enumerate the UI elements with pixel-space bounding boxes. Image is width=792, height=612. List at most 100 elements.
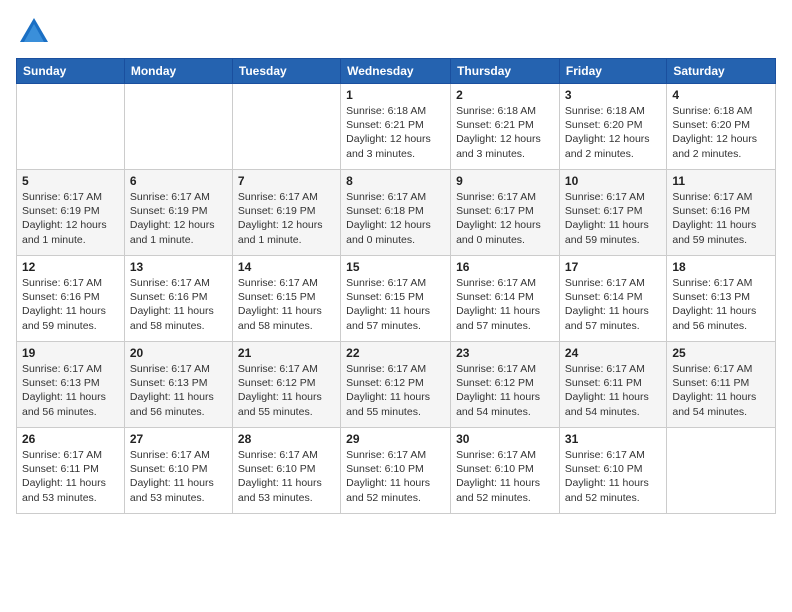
day-number: 23 — [456, 346, 554, 360]
day-cell: 28 Sunrise: 6:17 AM Sunset: 6:10 PM Dayli… — [232, 428, 340, 514]
day-number: 20 — [130, 346, 227, 360]
day-info: Sunrise: 6:17 AM Sunset: 6:19 PM Dayligh… — [238, 190, 335, 247]
day-cell — [17, 84, 125, 170]
day-cell: 6 Sunrise: 6:17 AM Sunset: 6:19 PM Daylig… — [124, 170, 232, 256]
day-cell: 18 Sunrise: 6:17 AM Sunset: 6:13 PM Dayli… — [667, 256, 776, 342]
week-row-5: 26 Sunrise: 6:17 AM Sunset: 6:11 PM Dayli… — [17, 428, 776, 514]
day-cell: 12 Sunrise: 6:17 AM Sunset: 6:16 PM Dayli… — [17, 256, 125, 342]
day-number: 28 — [238, 432, 335, 446]
day-number: 16 — [456, 260, 554, 274]
day-number: 12 — [22, 260, 119, 274]
day-number: 19 — [22, 346, 119, 360]
day-cell: 11Sunrise: 6:17 AM Sunset: 6:16 PM Dayli… — [667, 170, 776, 256]
day-cell: 4Sunrise: 6:18 AM Sunset: 6:20 PM Daylig… — [667, 84, 776, 170]
day-number: 13 — [130, 260, 227, 274]
weekday-monday: Monday — [124, 59, 232, 84]
day-cell: 1 Sunrise: 6:18 AM Sunset: 6:21 PM Daylig… — [341, 84, 451, 170]
day-number: 22 — [346, 346, 445, 360]
calendar: SundayMondayTuesdayWednesdayThursdayFrid… — [16, 58, 776, 514]
day-info: Sunrise: 6:17 AM Sunset: 6:19 PM Dayligh… — [130, 190, 227, 247]
day-info: Sunrise: 6:17 AM Sunset: 6:13 PM Dayligh… — [22, 362, 119, 419]
day-cell: 10 Sunrise: 6:17 AM Sunset: 6:17 PM Dayli… — [559, 170, 666, 256]
day-cell: 14 Sunrise: 6:17 AM Sunset: 6:15 PM Dayli… — [232, 256, 340, 342]
logo — [16, 14, 56, 50]
day-cell: 21Sunrise: 6:17 AM Sunset: 6:12 PM Dayli… — [232, 342, 340, 428]
day-number: 14 — [238, 260, 335, 274]
weekday-sunday: Sunday — [17, 59, 125, 84]
day-info: Sunrise: 6:17 AM Sunset: 6:15 PM Dayligh… — [346, 276, 445, 333]
day-number: 5 — [22, 174, 119, 188]
day-cell: 27 Sunrise: 6:17 AM Sunset: 6:10 PM Dayli… — [124, 428, 232, 514]
day-number: 15 — [346, 260, 445, 274]
day-info: Sunrise: 6:17 AM Sunset: 6:11 PM Dayligh… — [672, 362, 770, 419]
day-info: Sunrise: 6:17 AM Sunset: 6:14 PM Dayligh… — [565, 276, 661, 333]
day-cell: 31 Sunrise: 6:17 AM Sunset: 6:10 PM Dayli… — [559, 428, 666, 514]
day-number: 6 — [130, 174, 227, 188]
day-info: Sunrise: 6:17 AM Sunset: 6:12 PM Dayligh… — [238, 362, 335, 419]
day-cell: 2 Sunrise: 6:18 AM Sunset: 6:21 PM Daylig… — [451, 84, 560, 170]
day-info: Sunrise: 6:17 AM Sunset: 6:10 PM Dayligh… — [346, 448, 445, 505]
header — [16, 10, 776, 50]
day-info: Sunrise: 6:17 AM Sunset: 6:14 PM Dayligh… — [456, 276, 554, 333]
day-info: Sunrise: 6:17 AM Sunset: 6:15 PM Dayligh… — [238, 276, 335, 333]
day-info: Sunrise: 6:17 AM Sunset: 6:12 PM Dayligh… — [456, 362, 554, 419]
day-info: Sunrise: 6:17 AM Sunset: 6:10 PM Dayligh… — [456, 448, 554, 505]
day-number: 31 — [565, 432, 661, 446]
day-cell: 9Sunrise: 6:17 AM Sunset: 6:17 PM Daylig… — [451, 170, 560, 256]
day-number: 10 — [565, 174, 661, 188]
day-info: Sunrise: 6:18 AM Sunset: 6:21 PM Dayligh… — [456, 104, 554, 161]
day-info: Sunrise: 6:18 AM Sunset: 6:20 PM Dayligh… — [672, 104, 770, 161]
day-number: 29 — [346, 432, 445, 446]
day-number: 26 — [22, 432, 119, 446]
weekday-tuesday: Tuesday — [232, 59, 340, 84]
day-info: Sunrise: 6:17 AM Sunset: 6:13 PM Dayligh… — [130, 362, 227, 419]
day-info: Sunrise: 6:17 AM Sunset: 6:10 PM Dayligh… — [565, 448, 661, 505]
week-row-1: 1 Sunrise: 6:18 AM Sunset: 6:21 PM Daylig… — [17, 84, 776, 170]
day-cell: 29 Sunrise: 6:17 AM Sunset: 6:10 PM Dayli… — [341, 428, 451, 514]
day-cell: 23 Sunrise: 6:17 AM Sunset: 6:12 PM Dayli… — [451, 342, 560, 428]
day-cell: 20 Sunrise: 6:17 AM Sunset: 6:13 PM Dayli… — [124, 342, 232, 428]
day-cell: 13 Sunrise: 6:17 AM Sunset: 6:16 PM Dayli… — [124, 256, 232, 342]
day-number: 17 — [565, 260, 661, 274]
day-cell: 3 Sunrise: 6:18 AM Sunset: 6:20 PM Daylig… — [559, 84, 666, 170]
day-info: Sunrise: 6:17 AM Sunset: 6:11 PM Dayligh… — [565, 362, 661, 419]
day-number: 18 — [672, 260, 770, 274]
weekday-header-row: SundayMondayTuesdayWednesdayThursdayFrid… — [17, 59, 776, 84]
weekday-saturday: Saturday — [667, 59, 776, 84]
day-cell: 7 Sunrise: 6:17 AM Sunset: 6:19 PM Daylig… — [232, 170, 340, 256]
day-cell: 8 Sunrise: 6:17 AM Sunset: 6:18 PM Daylig… — [341, 170, 451, 256]
week-row-2: 5 Sunrise: 6:17 AM Sunset: 6:19 PM Daylig… — [17, 170, 776, 256]
day-number: 24 — [565, 346, 661, 360]
logo-icon — [16, 14, 52, 50]
day-cell: 24 Sunrise: 6:17 AM Sunset: 6:11 PM Dayli… — [559, 342, 666, 428]
weekday-wednesday: Wednesday — [341, 59, 451, 84]
day-number: 9 — [456, 174, 554, 188]
day-number: 11 — [672, 174, 770, 188]
day-info: Sunrise: 6:17 AM Sunset: 6:17 PM Dayligh… — [565, 190, 661, 247]
day-info: Sunrise: 6:17 AM Sunset: 6:13 PM Dayligh… — [672, 276, 770, 333]
day-info: Sunrise: 6:17 AM Sunset: 6:16 PM Dayligh… — [130, 276, 227, 333]
day-number: 27 — [130, 432, 227, 446]
week-row-3: 12 Sunrise: 6:17 AM Sunset: 6:16 PM Dayli… — [17, 256, 776, 342]
day-info: Sunrise: 6:17 AM Sunset: 6:12 PM Dayligh… — [346, 362, 445, 419]
day-number: 7 — [238, 174, 335, 188]
day-number: 3 — [565, 88, 661, 102]
day-info: Sunrise: 6:17 AM Sunset: 6:10 PM Dayligh… — [238, 448, 335, 505]
day-number: 2 — [456, 88, 554, 102]
day-info: Sunrise: 6:17 AM Sunset: 6:18 PM Dayligh… — [346, 190, 445, 247]
weekday-thursday: Thursday — [451, 59, 560, 84]
day-cell — [124, 84, 232, 170]
day-cell: 25Sunrise: 6:17 AM Sunset: 6:11 PM Dayli… — [667, 342, 776, 428]
day-info: Sunrise: 6:18 AM Sunset: 6:20 PM Dayligh… — [565, 104, 661, 161]
day-info: Sunrise: 6:18 AM Sunset: 6:21 PM Dayligh… — [346, 104, 445, 161]
day-info: Sunrise: 6:17 AM Sunset: 6:16 PM Dayligh… — [22, 276, 119, 333]
day-info: Sunrise: 6:17 AM Sunset: 6:10 PM Dayligh… — [130, 448, 227, 505]
day-number: 1 — [346, 88, 445, 102]
day-number: 8 — [346, 174, 445, 188]
weekday-friday: Friday — [559, 59, 666, 84]
day-cell: 17 Sunrise: 6:17 AM Sunset: 6:14 PM Dayli… — [559, 256, 666, 342]
day-cell: 15 Sunrise: 6:17 AM Sunset: 6:15 PM Dayli… — [341, 256, 451, 342]
day-info: Sunrise: 6:17 AM Sunset: 6:11 PM Dayligh… — [22, 448, 119, 505]
day-cell — [667, 428, 776, 514]
day-cell: 16 Sunrise: 6:17 AM Sunset: 6:14 PM Dayli… — [451, 256, 560, 342]
